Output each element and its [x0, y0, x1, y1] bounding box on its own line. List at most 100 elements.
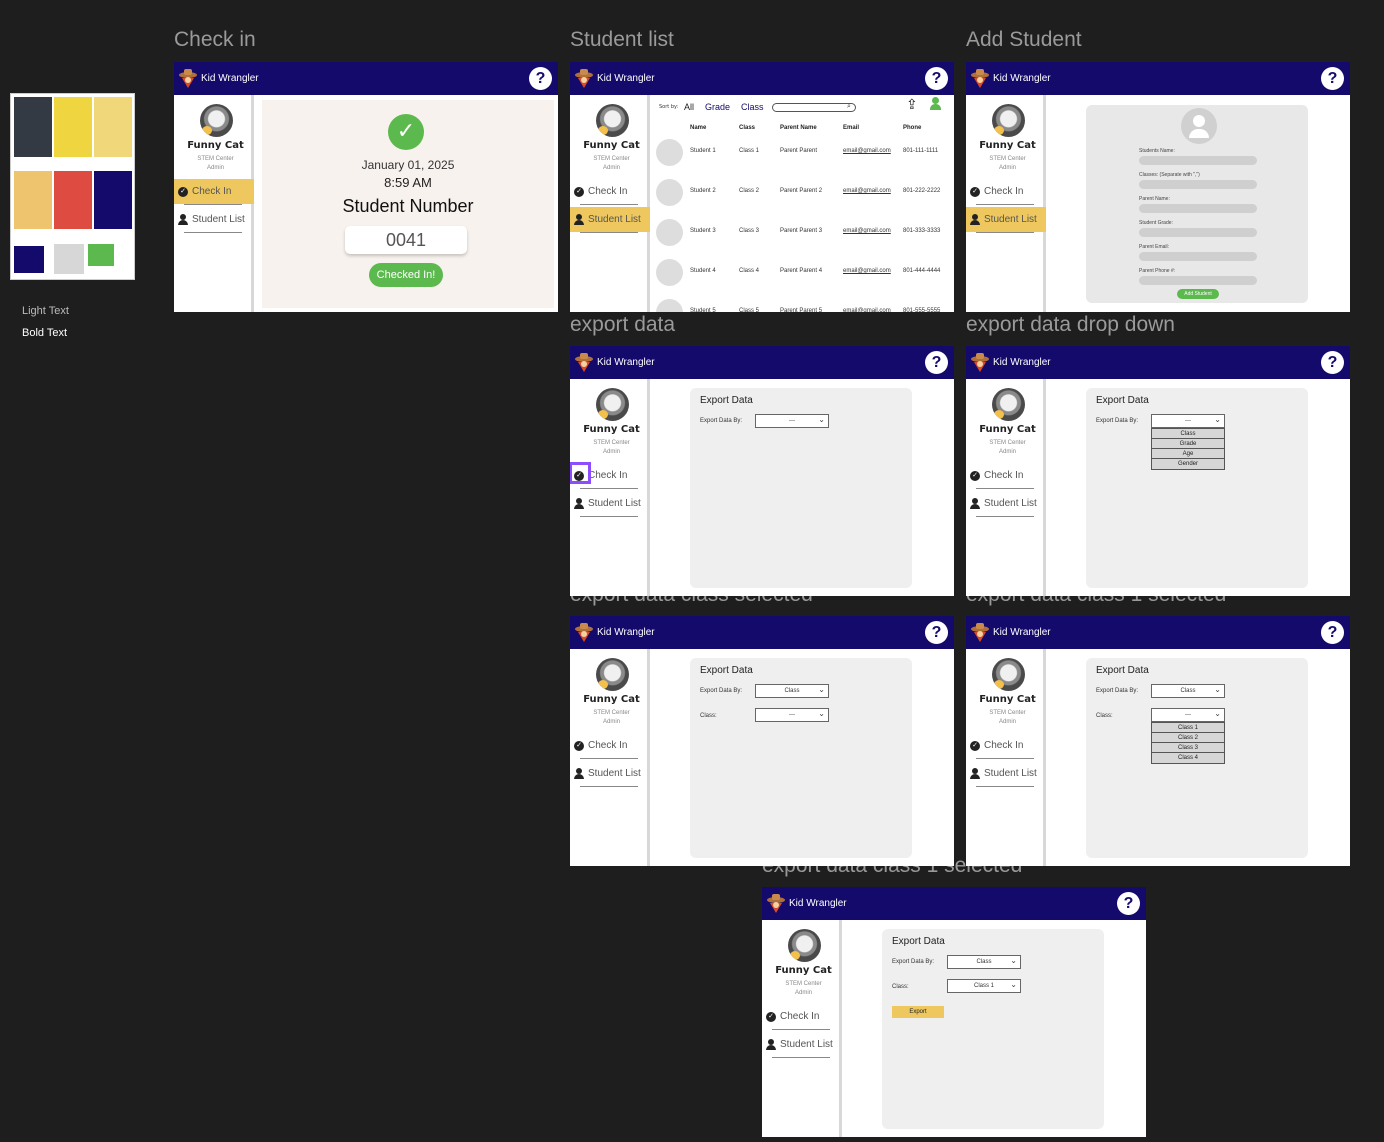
dropdown-option[interactable]: Age	[1152, 449, 1224, 459]
brand[interactable]: Kid Wrangler	[970, 66, 1051, 90]
sort-option-all[interactable]: All	[684, 102, 694, 112]
sidebar-item-student-list[interactable]: Student List	[966, 207, 1046, 232]
search-icon: ⌕	[847, 102, 851, 110]
text-field[interactable]	[1139, 156, 1257, 165]
sidebar-item-check-in[interactable]: ✓ Check In	[966, 179, 1046, 204]
add-user-icon[interactable]	[930, 97, 942, 111]
bold-text-sample: Bold Text	[22, 327, 68, 339]
frame-export-data: Kid Wrangler ? Funny Cat STEM Center Admi…	[570, 346, 954, 596]
text-field[interactable]	[1139, 228, 1257, 237]
table-cell: Student 2	[690, 188, 716, 194]
select-value: ---	[1185, 418, 1191, 424]
avatar	[200, 104, 233, 137]
help-button[interactable]: ?	[529, 67, 552, 90]
class-select[interactable]: --- ⌄	[1151, 708, 1225, 722]
table-cell: Parent Parent 5	[780, 308, 823, 312]
sidebar-item-student-list[interactable]: Student List	[966, 491, 1046, 516]
sidebar-item-student-list[interactable]: Student List	[570, 491, 650, 516]
sidebar-item-check-in[interactable]: ✓ Check In	[570, 179, 650, 204]
export-by-select[interactable]: Class ⌄	[947, 955, 1021, 969]
sidebar-item-student-list[interactable]: Student List	[570, 761, 650, 786]
export-panel: Export Data Export Data By: Class ⌄ Class: --…	[1086, 658, 1308, 858]
sidebar-item-student-list[interactable]: Student List	[174, 207, 254, 232]
sidebar: Funny Cat STEM Center Admin ✓ Check In St…	[570, 649, 650, 866]
sidebar-item-check-in[interactable]: ✓ Check In	[966, 733, 1046, 758]
text-field[interactable]	[1139, 276, 1257, 285]
style-guide-card	[10, 93, 135, 280]
sidebar-item-check-in[interactable]: ✓ Check In	[762, 1004, 842, 1029]
dropdown-option[interactable]: Class 4	[1152, 753, 1224, 763]
dropdown-option[interactable]: Class 3	[1152, 743, 1224, 753]
class-select[interactable]: Class 1 ⌄	[947, 979, 1021, 993]
sidebar-item-label: Check In	[192, 186, 232, 197]
brand[interactable]: Kid Wrangler	[178, 66, 259, 90]
user-org: STEM Center Admin	[593, 710, 630, 725]
brand[interactable]: Kid Wrangler	[766, 891, 847, 915]
sort-option-class[interactable]: Class	[741, 102, 764, 112]
export-by-select[interactable]: --- ⌄	[1151, 414, 1225, 428]
sidebar-item-check-in[interactable]: ✓ Check In	[570, 733, 650, 758]
export-by-select[interactable]: Class ⌄	[1151, 684, 1225, 698]
export-button[interactable]: Export	[892, 1006, 944, 1018]
sidebar-item-student-list[interactable]: Student List	[762, 1032, 842, 1057]
sidebar-item-student-list[interactable]: Student List	[966, 761, 1046, 786]
sort-option-grade[interactable]: Grade	[705, 102, 730, 112]
student-number-field[interactable]: 0041	[345, 226, 467, 254]
frame-export-dropdown: Kid Wrangler ? Funny Cat STEM Center Admi…	[966, 346, 1350, 596]
light-text-sample: Light Text	[22, 305, 69, 317]
dropdown-option[interactable]: Class	[1152, 429, 1224, 439]
export-heading: Export Data	[892, 936, 945, 947]
checked-in-button[interactable]: Checked In!	[369, 263, 443, 287]
add-student-button[interactable]: Add Student	[1177, 289, 1219, 299]
table-cell[interactable]: email@gmail.com	[843, 308, 891, 312]
export-by-select[interactable]: Class ⌄	[755, 684, 829, 698]
text-field[interactable]	[1139, 180, 1257, 189]
help-button[interactable]: ?	[925, 67, 948, 90]
table-cell: Student 4	[690, 268, 716, 274]
cowboy-hat-logo-icon	[766, 891, 786, 915]
success-check-icon: ✓	[388, 114, 424, 150]
table-cell[interactable]: email@gmail.com	[843, 228, 891, 234]
swatch	[14, 171, 52, 229]
user-name: Funny Cat	[583, 424, 640, 435]
table-cell[interactable]: email@gmail.com	[843, 268, 891, 274]
help-button[interactable]: ?	[1321, 351, 1344, 374]
sidebar-item-check-in[interactable]: ✓ Check In	[174, 179, 254, 204]
text-field[interactable]	[1139, 252, 1257, 261]
table-cell: Student 3	[690, 228, 716, 234]
table-cell[interactable]: email@gmail.com	[843, 188, 891, 194]
app-name: Kid Wrangler	[993, 72, 1051, 84]
sidebar-item-check-in[interactable]: ✓ Check In	[966, 463, 1046, 488]
dropdown-option[interactable]: Class 2	[1152, 733, 1224, 743]
field-label: Student Grade:	[1139, 220, 1173, 226]
text-field[interactable]	[1139, 204, 1257, 213]
brand[interactable]: Kid Wrangler	[970, 350, 1051, 374]
help-button[interactable]: ?	[1321, 67, 1344, 90]
app-header: Kid Wrangler ?	[966, 616, 1350, 649]
brand[interactable]: Kid Wrangler	[574, 66, 655, 90]
help-button[interactable]: ?	[925, 621, 948, 644]
brand[interactable]: Kid Wrangler	[970, 620, 1051, 644]
sidebar-item-student-list[interactable]: Student List	[570, 207, 650, 232]
brand[interactable]: Kid Wrangler	[574, 620, 655, 644]
brand[interactable]: Kid Wrangler	[574, 350, 655, 374]
app-name: Kid Wrangler	[789, 897, 847, 909]
dropdown-option[interactable]: Class 1	[1152, 723, 1224, 733]
table-cell: Student 5	[690, 308, 716, 312]
export-by-select[interactable]: --- ⌄	[755, 414, 829, 428]
dropdown-option[interactable]: Grade	[1152, 439, 1224, 449]
app-name: Kid Wrangler	[597, 356, 655, 368]
class-select[interactable]: --- ⌄	[755, 708, 829, 722]
search-input[interactable]	[772, 103, 856, 112]
user-org: STEM Center Admin	[989, 440, 1026, 455]
upload-icon[interactable]: ⇪	[906, 97, 918, 113]
dropdown-option[interactable]: Gender	[1152, 459, 1224, 469]
avatar	[788, 929, 821, 962]
table-cell[interactable]: email@gmail.com	[843, 148, 891, 154]
help-button[interactable]: ?	[1321, 621, 1344, 644]
table-cell: Parent Parent	[780, 148, 818, 154]
export-heading: Export Data	[700, 665, 753, 676]
help-button[interactable]: ?	[1117, 892, 1140, 915]
help-button[interactable]: ?	[925, 351, 948, 374]
table-cell: Parent Parent 4	[780, 268, 823, 274]
